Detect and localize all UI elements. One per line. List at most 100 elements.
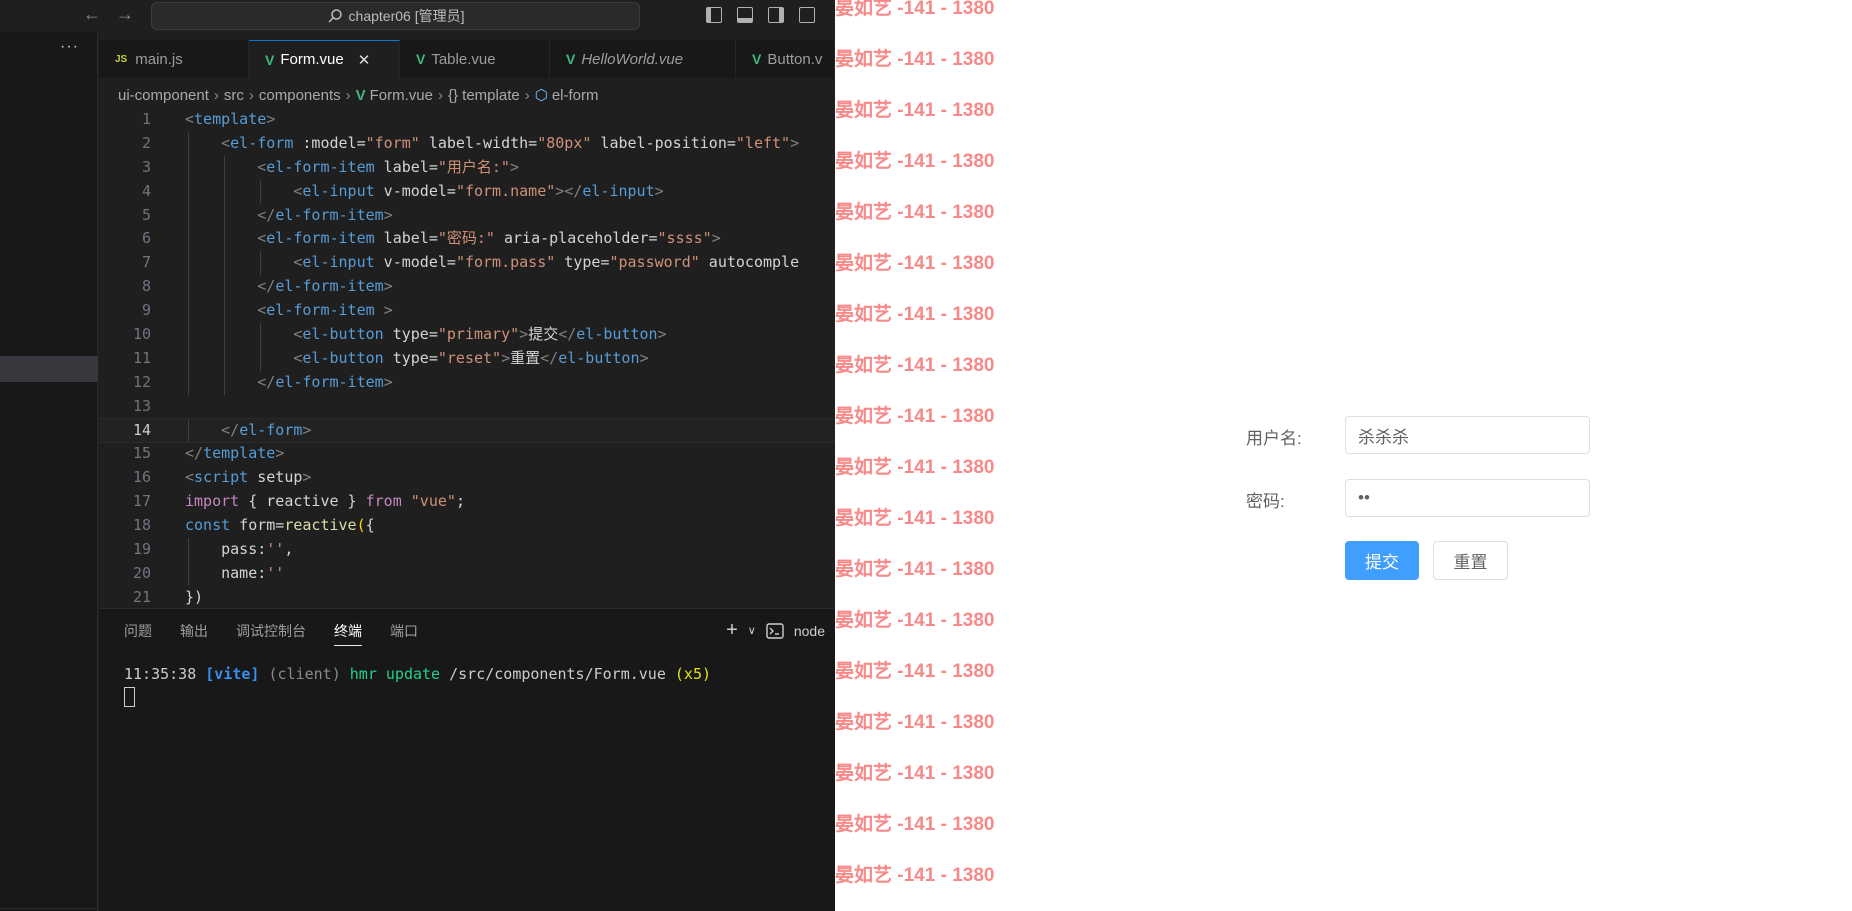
terminal-msg: hmr update [349,665,441,683]
terminal-client: (client) [268,665,341,683]
tab-problems[interactable]: 问题 [124,621,152,646]
line-number: 20 [132,563,151,582]
line-text: const form=reactive({ [185,516,375,535]
password-input[interactable]: •• [1345,479,1590,517]
more-actions-icon[interactable]: ··· [60,38,79,56]
password-value: •• [1358,488,1370,507]
watermark-text: 晏如艺 -141 - 1380 [835,661,995,682]
toggle-sidebar-icon[interactable] [706,7,722,23]
code-line[interactable]: 18 const form=reactive({ [99,514,835,538]
line-text: name:'' [185,563,285,582]
watermark-text: 晏如艺 -141 - 1380 [835,0,995,19]
chevron-right-icon: › [248,86,254,104]
line-text: }) [185,587,204,606]
line-number: 16 [132,468,151,487]
chevron-right-icon: › [213,86,219,104]
command-center-search[interactable]: chapter06 [管理员] [151,2,640,30]
divider [0,908,98,909]
terminal-cursor [124,687,135,707]
code-line[interactable]: 4 <el-input v-model="form.name"></el-inp… [99,179,835,204]
username-input[interactable]: 杀杀杀 [1345,416,1590,454]
vue-icon: V [752,51,762,67]
line-text: <el-form :model="form" label-width="80px… [221,133,800,152]
code-line[interactable]: 16 <script setup> [99,466,835,490]
tab-main-js[interactable]: JS main.js [99,40,249,78]
forward-arrow-icon[interactable]: → [116,4,134,25]
plus-icon[interactable]: + [726,619,738,642]
terminal-label[interactable]: node [794,623,825,639]
line-number: 3 [141,157,151,176]
line-text: <el-input v-model="form.name"></el-input… [293,181,664,200]
close-icon[interactable]: ✕ [358,51,371,69]
code-line[interactable]: 8 </el-form-item> [99,275,835,300]
code-line[interactable]: 15 </template> [99,442,835,466]
tab-ports[interactable]: 端口 [390,621,418,646]
line-number: 9 [141,301,151,320]
username-value: 杀杀杀 [1358,427,1409,447]
code-line[interactable]: 12 </el-form-item> [99,370,835,395]
line-number: 19 [132,540,151,559]
toggle-panel-icon[interactable] [737,7,753,23]
line-text: pass:'', [185,540,294,559]
tab-button-vue[interactable]: V Button.v [736,40,835,78]
code-line[interactable]: 20 name:'' [99,561,835,586]
line-text: </el-form-item> [257,277,393,296]
chevron-down-icon[interactable]: ∨ [748,624,756,637]
code-line[interactable]: 6 <el-form-item label="密码:" aria-placeho… [99,227,835,252]
code-line[interactable]: 1 <template> [99,108,835,132]
code-line[interactable]: 3 <el-form-item label="用户名:"> [99,155,835,180]
reset-button[interactable]: 重置 [1433,541,1508,580]
watermark-text: 晏如艺 -141 - 1380 [835,202,995,223]
tab-output[interactable]: 输出 [180,621,208,646]
selected-explorer-item[interactable] [0,356,98,382]
tab-form-vue[interactable]: V Form.vue ✕ [249,40,400,78]
breadcrumb-item[interactable]: ui-component [118,87,209,104]
watermark-text: 晏如艺 -141 - 1380 [835,559,995,580]
breadcrumb-item[interactable]: src [224,87,244,104]
line-number: 4 [141,181,151,200]
customize-layout-icon[interactable] [799,7,815,23]
browser-preview: 晏如艺 -141 - 1380 晏如艺 -141 - 1380 晏如艺 -141 -… [835,0,1852,911]
tab-label: HelloWorld.vue [581,50,684,68]
tab-label: main.js [135,50,183,68]
code-line[interactable]: 19 pass:'', [99,538,835,562]
code-editor[interactable]: 1 <template> 2 <el-form :model="form" labe… [99,108,835,606]
breadcrumb-item[interactable]: Form.vue [370,87,433,104]
code-line[interactable]: 13 [99,395,835,419]
line-text: </template> [185,444,285,463]
breadcrumb-item[interactable]: {} template [448,87,520,104]
code-line[interactable]: 11 <el-button type="reset">重置</el-button… [99,346,835,371]
line-number: 6 [141,229,151,248]
submit-button[interactable]: 提交 [1345,541,1419,580]
toggle-secondary-sidebar-icon[interactable] [768,7,784,23]
breadcrumb-item[interactable]: el-form [552,87,599,104]
vue-icon: V [416,51,426,67]
code-line[interactable]: 5 </el-form-item> [99,203,835,228]
code-line[interactable]: 21}) [99,586,835,606]
breadcrumb-item[interactable]: components [259,87,341,104]
tab-helloworld-vue[interactable]: V HelloWorld.vue [550,40,736,78]
terminal-output[interactable]: 11:35:38 [vite] (client) hmr update /src… [124,665,711,711]
back-arrow-icon[interactable]: ← [83,4,101,25]
code-line[interactable]: 10 <el-button type="primary">提交</el-butt… [99,323,835,347]
code-line[interactable]: 17 import { reactive } from "vue"; [99,490,835,514]
line-number: 1 [141,110,151,128]
chevron-right-icon: › [524,86,530,104]
code-line[interactable]: 14 </el-form> [99,417,835,444]
watermark-text: 晏如艺 -141 - 1380 [835,712,995,733]
vue-icon: V [566,51,576,67]
tab-table-vue[interactable]: V Table.vue [400,40,550,78]
tab-terminal[interactable]: 终端 [334,621,362,646]
watermark-text: 晏如艺 -141 - 1380 [835,865,995,886]
tab-debug-console[interactable]: 调试控制台 [236,621,306,646]
vue-icon: V [355,86,366,104]
code-line[interactable]: 7 <el-input v-model="form.pass" type="pa… [99,251,835,276]
line-number: 11 [132,348,151,367]
watermark-text: 晏如艺 -141 - 1380 [835,763,995,784]
line-text: <el-form-item label="密码:" aria-placehold… [257,229,721,248]
code-line[interactable]: 9 <el-form-item > [99,299,835,324]
line-number: 12 [132,372,151,391]
code-line[interactable]: 2 <el-form :model="form" label-width="80… [99,131,835,156]
line-text: <el-input v-model="form.pass" type="pass… [293,253,800,272]
line-text: <el-form-item > [257,301,393,320]
